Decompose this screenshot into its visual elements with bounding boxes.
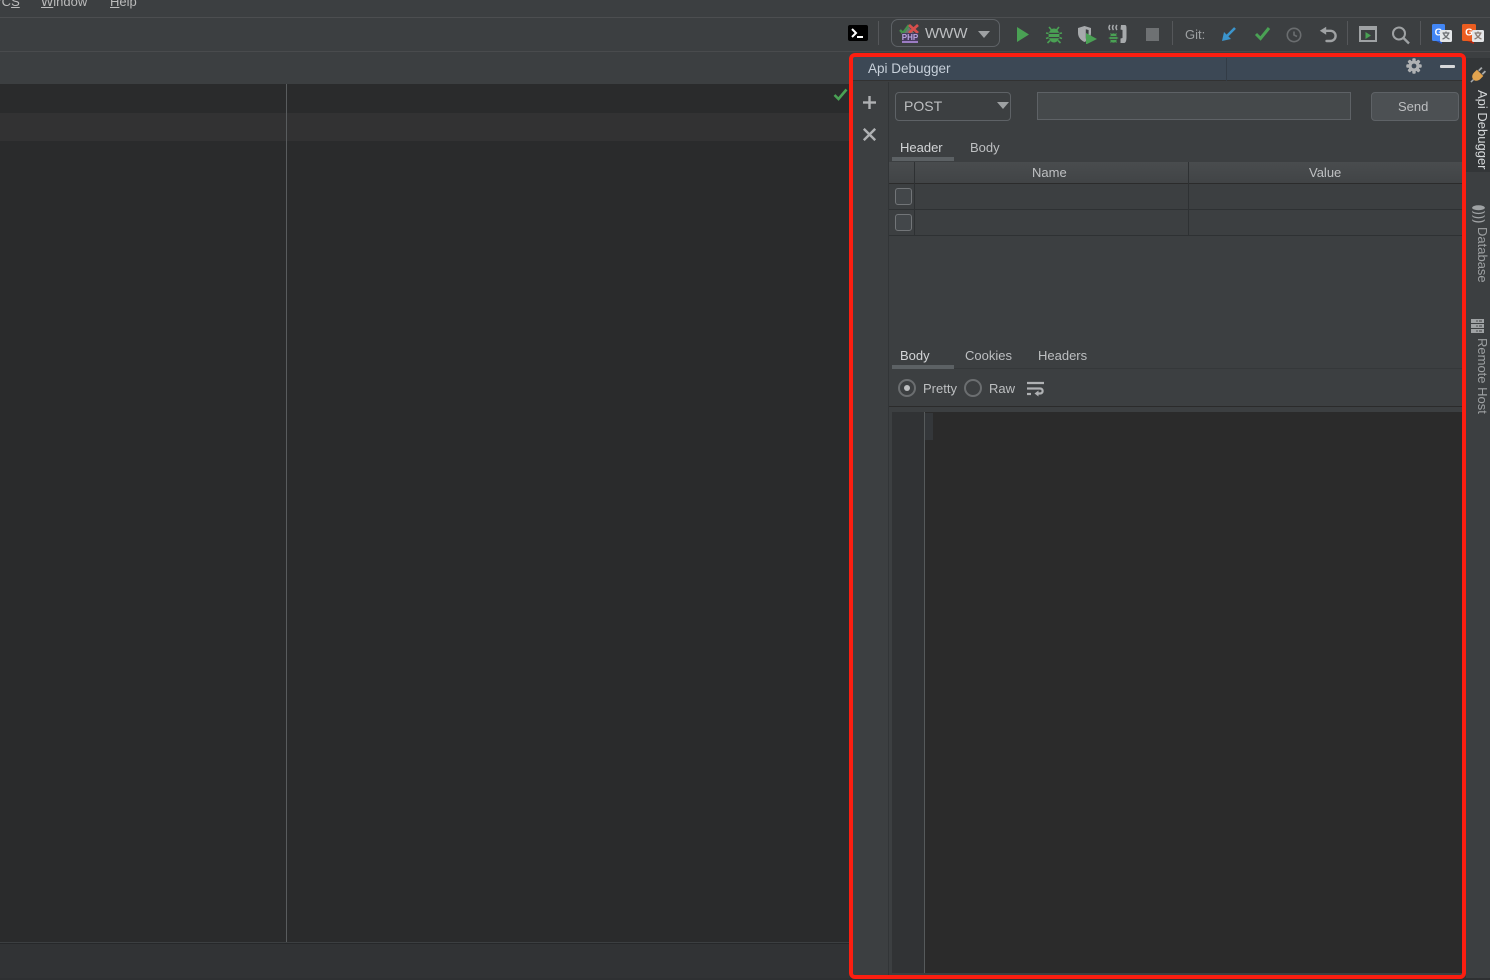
svg-text:G: G [1465,28,1473,39]
svg-text:PHP: PHP [902,33,919,42]
